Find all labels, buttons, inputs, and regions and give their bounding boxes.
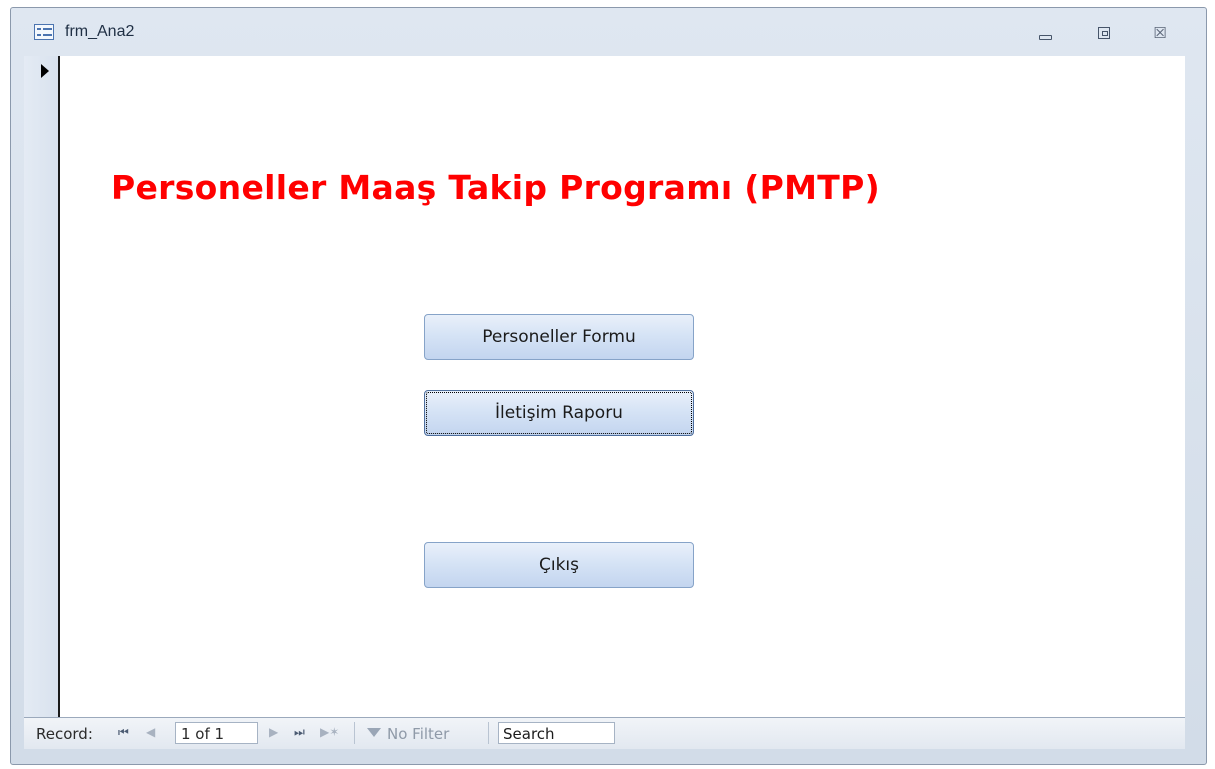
current-record-field[interactable]: 1 of 1 — [175, 722, 258, 744]
horizontal-scrollbar[interactable] — [621, 726, 1211, 740]
record-selector[interactable] — [24, 56, 60, 717]
first-record-icon[interactable]: ⏮ — [118, 725, 129, 740]
filter-icon — [367, 728, 381, 737]
filter-status[interactable]: No Filter — [367, 725, 449, 743]
form-icon — [34, 24, 54, 40]
nav-separator — [488, 722, 489, 744]
minimize-button[interactable] — [1033, 22, 1057, 44]
last-record-icon[interactable]: ⏭ — [294, 725, 305, 740]
form-window: frm_Ana2 ☒ Personeller Maaş Takip Progra… — [10, 7, 1207, 765]
next-record-icon[interactable]: ▶ — [269, 725, 278, 739]
iletisim-raporu-button[interactable]: İletişim Raporu — [424, 390, 694, 436]
minimize-icon — [1038, 34, 1052, 40]
record-navigation-bar: Record: ⏮ ◀ 1 of 1 ▶ ⏭ ▶✶ No Filter Sear… — [24, 717, 1185, 749]
search-input[interactable]: Search — [498, 722, 615, 744]
close-icon: ☒ — [1153, 24, 1167, 42]
previous-record-icon[interactable]: ◀ — [146, 725, 155, 739]
close-button[interactable]: ☒ — [1148, 22, 1172, 44]
form-heading: Personeller Maaş Takip Programı (PMTP) — [111, 168, 880, 207]
filter-label: No Filter — [387, 725, 450, 743]
new-record-icon[interactable]: ▶✶ — [320, 725, 339, 739]
record-label: Record: — [36, 725, 93, 743]
cikis-button[interactable]: Çıkış — [424, 542, 694, 588]
current-record-icon — [41, 64, 49, 78]
nav-separator — [354, 722, 355, 744]
restore-button[interactable] — [1092, 22, 1116, 44]
title-bar[interactable]: frm_Ana2 ☒ — [11, 8, 1206, 56]
restore-icon — [1098, 27, 1110, 39]
personeller-formu-button[interactable]: Personeller Formu — [424, 314, 694, 360]
form-detail: Personeller Maaş Takip Programı (PMTP) P… — [60, 56, 1185, 717]
window-title: frm_Ana2 — [65, 23, 135, 40]
